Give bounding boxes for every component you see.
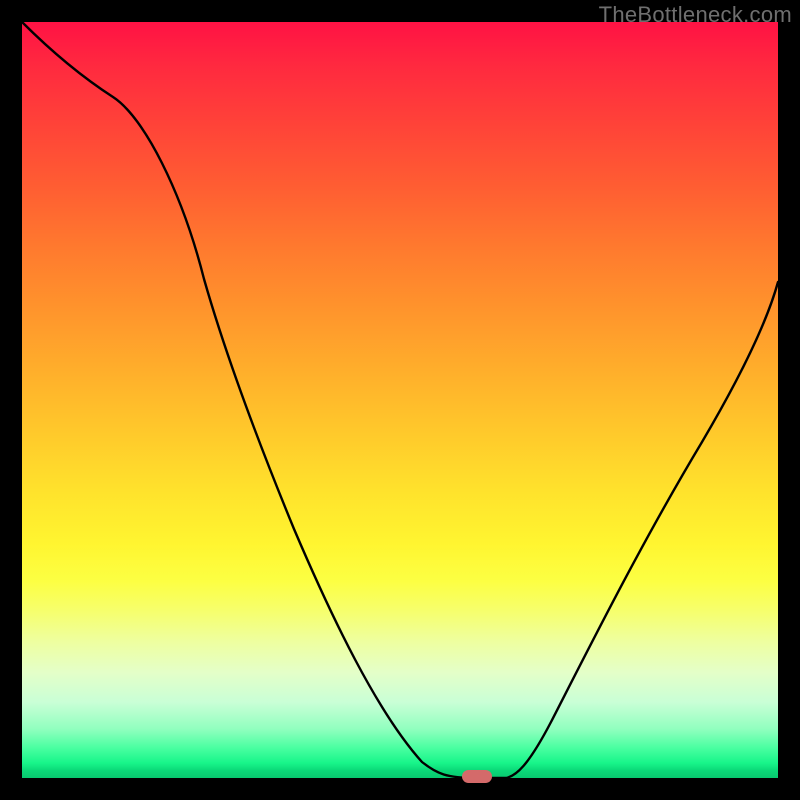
curve-path — [22, 22, 778, 778]
watermark-text: TheBottleneck.com — [599, 2, 792, 28]
min-marker — [462, 770, 492, 783]
bottleneck-curve — [22, 22, 778, 778]
plot-area — [22, 22, 778, 778]
chart-frame: TheBottleneck.com — [0, 0, 800, 800]
